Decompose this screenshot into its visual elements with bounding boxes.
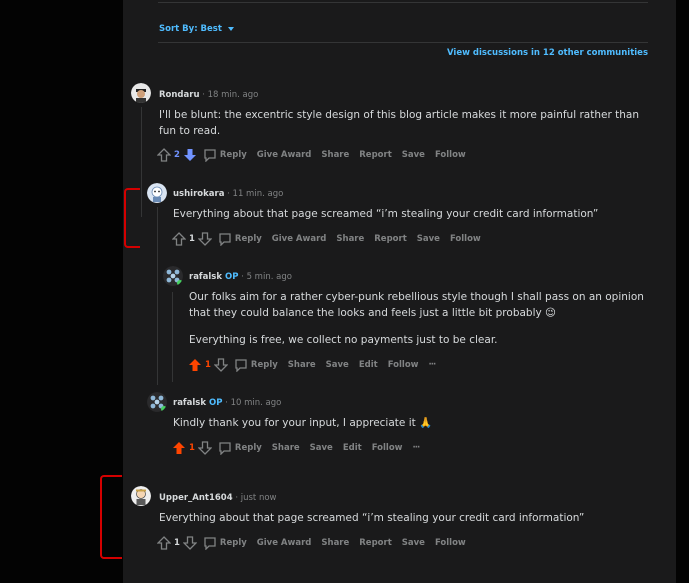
- downvote-icon[interactable]: [197, 232, 212, 246]
- author-link[interactable]: Upper_Ant1604: [159, 493, 233, 503]
- comment-meta: Upper_Ant1604 · just now: [159, 493, 277, 503]
- sort-label: Sort By: Best: [159, 24, 222, 34]
- share-button[interactable]: Share: [321, 538, 349, 548]
- upvote-icon[interactable]: [172, 441, 186, 455]
- share-button[interactable]: Share: [336, 234, 364, 244]
- report-button[interactable]: Report: [359, 150, 392, 160]
- comment-actions: 1 Reply Share Save Edit Follow ···: [172, 440, 429, 456]
- caret-down-icon: [227, 26, 234, 31]
- author-link[interactable]: ushirokara: [173, 189, 224, 199]
- follow-button[interactable]: Follow: [450, 234, 481, 244]
- comment-icon: [235, 359, 247, 372]
- vote-count: 1: [174, 538, 180, 548]
- reply-button[interactable]: Reply: [220, 538, 247, 548]
- give-award-button[interactable]: Give Award: [257, 538, 312, 548]
- vote-count: 1: [189, 443, 195, 453]
- comment-meta: rafalsk OP · 10 min. ago: [173, 398, 281, 408]
- timestamp[interactable]: · 11 min. ago: [227, 189, 283, 199]
- avatar[interactable]: [163, 266, 183, 286]
- give-award-button[interactable]: Give Award: [272, 234, 327, 244]
- comment-meta: rafalsk OP · 5 min. ago: [189, 272, 292, 282]
- report-button[interactable]: Report: [359, 538, 392, 548]
- more-icon[interactable]: ···: [429, 360, 437, 370]
- more-icon[interactable]: ···: [413, 443, 421, 453]
- comment-icon: [219, 442, 231, 455]
- comment-meta: ushirokara · 11 min. ago: [173, 189, 283, 199]
- timestamp[interactable]: · 10 min. ago: [225, 398, 281, 408]
- upvote-icon[interactable]: [172, 232, 186, 246]
- share-button[interactable]: Share: [321, 150, 349, 160]
- op-badge: OP: [209, 398, 223, 408]
- save-button[interactable]: Save: [402, 150, 425, 160]
- upvote-icon[interactable]: [188, 358, 202, 372]
- thread-line: [157, 207, 158, 385]
- timestamp[interactable]: · 5 min. ago: [241, 272, 292, 282]
- comment-meta: Rondaru · 18 min. ago: [159, 90, 258, 100]
- reply-button[interactable]: Reply: [235, 234, 262, 244]
- save-button[interactable]: Save: [402, 538, 425, 548]
- edit-button[interactable]: Edit: [343, 443, 362, 453]
- comment-actions: 1 Reply Give Award Share Report Save Fol…: [172, 231, 491, 247]
- upvote-icon[interactable]: [157, 148, 171, 162]
- reply-button[interactable]: Reply: [235, 443, 262, 453]
- timestamp[interactable]: · just now: [235, 493, 276, 503]
- vote-count: 2: [174, 150, 180, 160]
- comment-actions: 1 Reply Share Save Edit Follow ···: [188, 357, 445, 373]
- comment-body-paragraph: Everything is free, we collect no paymen…: [189, 334, 498, 346]
- downvote-icon[interactable]: [183, 148, 197, 162]
- follow-button[interactable]: Follow: [372, 443, 403, 453]
- follow-button[interactable]: Follow: [435, 538, 466, 548]
- avatar[interactable]: [147, 392, 167, 412]
- view-discussions-link[interactable]: View discussions in 12 other communities: [447, 48, 648, 58]
- downvote-icon[interactable]: [197, 441, 212, 455]
- comment-body: I'll be blunt: the excentric style desig…: [159, 109, 639, 137]
- comment-body: Everything about that page screamed “i’m…: [173, 208, 599, 220]
- comment-body: Everything about that page screamed “i’m…: [159, 512, 585, 524]
- top-divider: [158, 0, 648, 3]
- follow-button[interactable]: Follow: [388, 360, 419, 370]
- author-link[interactable]: rafalsk: [173, 398, 206, 408]
- timestamp[interactable]: · 18 min. ago: [202, 90, 258, 100]
- avatar[interactable]: [131, 83, 151, 103]
- save-button[interactable]: Save: [326, 360, 349, 370]
- comment-body: Our folks aim for a rather cyber-punk re…: [189, 291, 644, 319]
- avatar[interactable]: [147, 183, 167, 203]
- give-award-button[interactable]: Give Award: [257, 150, 312, 160]
- reply-button[interactable]: Reply: [251, 360, 278, 370]
- author-link[interactable]: Rondaru: [159, 90, 200, 100]
- share-button[interactable]: Share: [288, 360, 316, 370]
- author-link[interactable]: rafalsk: [189, 272, 222, 282]
- comment-icon: [204, 537, 216, 550]
- edit-button[interactable]: Edit: [359, 360, 378, 370]
- comment-icon: [204, 149, 216, 162]
- share-button[interactable]: Share: [272, 443, 300, 453]
- save-button[interactable]: Save: [417, 234, 440, 244]
- vote-count: 1: [189, 234, 195, 244]
- comment-icon: [219, 233, 231, 246]
- red-annotation-bracket: [100, 475, 122, 559]
- divider: [158, 42, 648, 43]
- save-button[interactable]: Save: [310, 443, 333, 453]
- comment-actions: 1 Reply Give Award Share Report Save Fol…: [157, 535, 476, 551]
- downvote-icon[interactable]: [213, 358, 228, 372]
- follow-button[interactable]: Follow: [435, 150, 466, 160]
- comment-actions: 2 Reply Give Award Share Report Save Fol…: [157, 147, 476, 163]
- report-button[interactable]: Report: [374, 234, 407, 244]
- avatar[interactable]: [131, 486, 151, 506]
- red-annotation-bracket: [124, 188, 140, 248]
- upvote-icon[interactable]: [157, 536, 171, 550]
- downvote-icon[interactable]: [182, 536, 197, 550]
- op-badge: OP: [225, 272, 239, 282]
- sort-by-dropdown[interactable]: Sort By: Best: [159, 24, 234, 34]
- comment-body: Kindly thank you for your input, I appre…: [173, 417, 433, 429]
- thread-line: [141, 107, 142, 217]
- reply-button[interactable]: Reply: [220, 150, 247, 160]
- thread-line: [172, 292, 173, 382]
- vote-count: 1: [205, 360, 211, 370]
